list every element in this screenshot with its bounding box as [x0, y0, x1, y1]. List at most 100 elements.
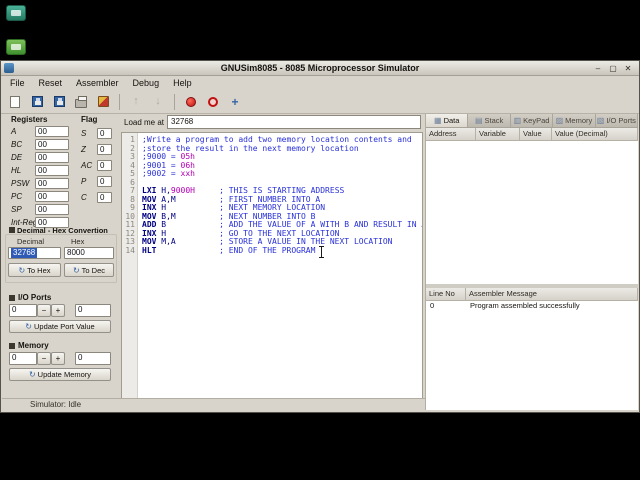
converter-title: Decimal - Hex Convertion: [17, 226, 108, 235]
column-header-variable[interactable]: Variable: [476, 128, 520, 141]
to-hex-label: To Hex: [27, 265, 51, 275]
app-window: GNUSim8085 - 8085 Microprocessor Simulat…: [0, 60, 640, 413]
assemble-icon: [97, 96, 109, 107]
editor-column: Load me at 32768 1 2 3 4 5 6 7 8 9 10 11 12 13 14 ;Wr…: [121, 114, 423, 400]
menu-reset[interactable]: Reset: [32, 76, 70, 90]
stack-icon: ▤: [474, 115, 483, 125]
floppy-icon: [53, 96, 65, 107]
printer-icon: [75, 95, 87, 108]
flag-z-value[interactable]: 0: [97, 144, 112, 155]
message-text: Program assembled successfully: [470, 301, 580, 310]
code-text[interactable]: ;Write a program to add two memory locat…: [138, 133, 422, 399]
data-table-headers: Address Variable Value Value (Decimal): [426, 128, 638, 141]
port-spin-minus-button[interactable]: −: [37, 304, 51, 317]
sidebar: Registers Flag A 00 BC 00 DE 00 HL 00 PSW 00 PC 00 S…: [3, 114, 119, 400]
code-editor[interactable]: 1 2 3 4 5 6 7 8 9 10 11 12 13 14 ;Write a program to …: [121, 132, 423, 400]
menu-debug[interactable]: Debug: [126, 76, 167, 90]
decimal-input[interactable]: 32768: [8, 247, 61, 259]
flag-label: C: [81, 193, 87, 202]
port-address-input[interactable]: 0: [9, 304, 37, 317]
expander-icon[interactable]: [9, 227, 15, 233]
flag-ac-value[interactable]: 0: [97, 160, 112, 171]
print-button[interactable]: [71, 92, 91, 112]
memory-value-input[interactable]: 0: [75, 352, 111, 365]
toolbar: ↑ ↓ +: [1, 90, 639, 114]
menu-file[interactable]: File: [3, 76, 32, 90]
to-dec-button[interactable]: To Dec: [64, 263, 114, 277]
new-button[interactable]: [5, 92, 25, 112]
tab-data[interactable]: ▦ Data: [426, 114, 469, 127]
convert-icon: [73, 266, 80, 275]
message-line-no: 0: [430, 301, 435, 310]
update-port-value-button[interactable]: Update Port Value: [9, 320, 111, 333]
column-header-line-no[interactable]: Line No: [426, 288, 466, 301]
expander-icon[interactable]: [9, 343, 15, 349]
tab-label: Memory: [565, 116, 593, 125]
close-icon[interactable]: [622, 63, 634, 74]
load-me-at-input[interactable]: 32768: [167, 115, 421, 129]
flag-c-value[interactable]: 0: [97, 192, 112, 203]
tab-keypad[interactable]: ▥ KeyPad: [510, 114, 554, 127]
step-into-button: ↓: [148, 92, 168, 112]
run-button[interactable]: [181, 92, 201, 112]
desktop-icon-2[interactable]: [6, 39, 26, 55]
assemble-button[interactable]: [93, 92, 113, 112]
memory-address-input[interactable]: 0: [9, 352, 37, 365]
flag-label: Z: [81, 145, 86, 154]
column-header-value[interactable]: Value: [520, 128, 552, 141]
code-line[interactable]: ;9002 = xxh: [142, 169, 422, 179]
flag-row: S0: [3, 128, 119, 141]
register-row: SP 00: [3, 204, 119, 217]
flag-row: AC 0: [3, 160, 119, 173]
line-number: 14: [125, 245, 135, 255]
memory-spin-minus-button[interactable]: −: [37, 352, 51, 365]
port-spin-plus-button[interactable]: +: [51, 304, 65, 317]
desktop-icon-1[interactable]: [6, 5, 26, 21]
refresh-icon: [29, 370, 36, 379]
column-header-address[interactable]: Address: [426, 128, 476, 141]
io-ports-title: I/O Ports: [18, 293, 52, 302]
column-header-assembler-message[interactable]: Assembler Message: [466, 288, 638, 301]
right-panel: ▦ Data ▤ Stack ▥ KeyPad ▨ Memory ▧ I/O Ports Addr…: [425, 114, 639, 410]
flag-s-value[interactable]: 0: [97, 128, 112, 139]
stop-button[interactable]: [203, 92, 223, 112]
hex-input[interactable]: 8000: [64, 247, 114, 259]
step-over-button: ↑: [126, 92, 146, 112]
column-header-value-decimal-[interactable]: Value (Decimal): [552, 128, 638, 141]
toolbar-separator: [119, 93, 120, 110]
registers-title: Registers: [11, 115, 48, 124]
to-hex-button[interactable]: To Hex: [8, 263, 61, 277]
expander-icon[interactable]: [9, 295, 15, 301]
tab-stack[interactable]: ▤ Stack: [468, 114, 511, 127]
stop-icon: [208, 96, 218, 107]
io-ports-section: I/O Ports 0 − + 0 Update Port Value: [3, 293, 119, 339]
maximize-icon[interactable]: [607, 63, 619, 74]
title-bar[interactable]: GNUSim8085 - 8085 Microprocessor Simulat…: [1, 61, 639, 76]
save-as-button[interactable]: [49, 92, 69, 112]
register-sp-value[interactable]: 00: [35, 204, 69, 215]
record-icon: [186, 96, 196, 107]
hex-label: Hex: [71, 237, 85, 246]
menu-help[interactable]: Help: [166, 76, 199, 90]
memory-spin-plus-button[interactable]: +: [51, 352, 65, 365]
tab-i-o-ports[interactable]: ▧ I/O Ports: [595, 114, 639, 127]
memory-section: Memory 0 − + 0 Update Memory: [3, 341, 119, 387]
update-memory-label: Update Memory: [37, 370, 92, 379]
port-value-input[interactable]: 0: [75, 304, 111, 317]
save-button[interactable]: [27, 92, 47, 112]
update-memory-button[interactable]: Update Memory: [9, 368, 111, 381]
window-controls: [592, 63, 639, 74]
code-line[interactable]: HLT ; END OF THE PROGRAM: [142, 246, 422, 256]
tab-bar: ▦ Data ▤ Stack ▥ KeyPad ▨ Memory ▧ I/O Ports: [426, 114, 639, 128]
move-cross-icon: +: [231, 94, 239, 109]
minimize-icon[interactable]: [592, 63, 604, 74]
show-converter-button[interactable]: +: [225, 92, 245, 112]
memory-icon: ▨: [555, 115, 564, 125]
tab-memory[interactable]: ▨ Memory: [553, 114, 596, 127]
menu-bar: File Reset Assembler Debug Help: [1, 76, 639, 90]
flag-p-value[interactable]: 0: [97, 176, 112, 187]
menu-assembler[interactable]: Assembler: [69, 76, 126, 90]
tab-label: I/O Ports: [606, 116, 636, 125]
toolbar-separator: [174, 93, 175, 110]
memory-title: Memory: [18, 341, 49, 350]
